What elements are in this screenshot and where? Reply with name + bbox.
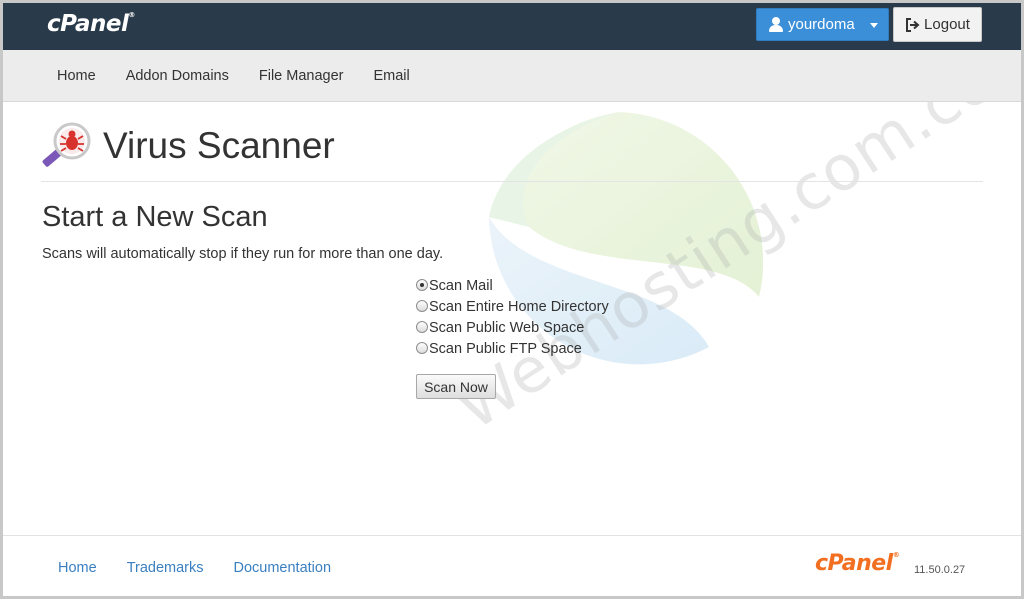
main-nav: Home Addon Domains File Manager Email bbox=[3, 50, 1021, 102]
version-number: 11.50.0.27 bbox=[914, 564, 966, 576]
chevron-down-icon bbox=[870, 23, 878, 28]
watermark-logo bbox=[489, 112, 764, 365]
option-scan-mail[interactable]: Scan Mail bbox=[416, 275, 609, 296]
logout-icon bbox=[906, 17, 920, 32]
option-label: Scan Public FTP Space bbox=[429, 340, 582, 357]
option-label: Scan Mail bbox=[429, 277, 493, 294]
logout-button[interactable]: Logout bbox=[893, 7, 982, 42]
option-label: Scan Public Web Space bbox=[429, 319, 585, 336]
radio-scan-mail[interactable] bbox=[416, 278, 428, 291]
footer-cpanel-logo: cPanel® bbox=[815, 551, 900, 576]
page-title: Virus Scanner bbox=[103, 125, 335, 166]
section-title: Start a New Scan bbox=[42, 201, 268, 233]
top-bar: cPanel® yourdoma Logout bbox=[3, 3, 1021, 50]
nav-home[interactable]: Home bbox=[57, 68, 96, 84]
radio-scan-home-directory[interactable] bbox=[416, 299, 428, 312]
user-menu-button[interactable]: yourdoma bbox=[756, 8, 889, 41]
logout-label: Logout bbox=[924, 16, 970, 33]
browser-frame: Webhosting.com.co.th cPanel® yourdoma Lo… bbox=[0, 0, 1024, 599]
nav-file-manager[interactable]: File Manager bbox=[259, 68, 344, 84]
page-header: Virus Scanner bbox=[41, 121, 335, 171]
footer-link-trademarks[interactable]: Trademarks bbox=[127, 560, 204, 576]
scan-options: Scan Mail Scan Entire Home Directory Sca… bbox=[416, 275, 609, 359]
option-scan-public-web[interactable]: Scan Public Web Space bbox=[416, 317, 609, 338]
nav-addon-domains[interactable]: Addon Domains bbox=[126, 68, 229, 84]
footer-links: Home Trademarks Documentation bbox=[58, 560, 331, 576]
footer-link-home[interactable]: Home bbox=[58, 560, 97, 576]
radio-scan-public-ftp[interactable] bbox=[416, 341, 428, 354]
title-divider bbox=[41, 181, 983, 182]
option-scan-home-directory[interactable]: Scan Entire Home Directory bbox=[416, 296, 609, 317]
nav-email[interactable]: Email bbox=[373, 68, 409, 84]
scan-now-button[interactable]: Scan Now bbox=[416, 374, 496, 399]
section-description: Scans will automatically stop if they ru… bbox=[42, 246, 444, 262]
option-scan-public-ftp[interactable]: Scan Public FTP Space bbox=[416, 338, 609, 359]
footer-divider bbox=[3, 535, 1021, 536]
radio-scan-public-web[interactable] bbox=[416, 320, 428, 333]
virus-scanner-icon bbox=[42, 122, 91, 167]
user-icon bbox=[769, 17, 783, 32]
user-menu-label: yourdoma bbox=[788, 16, 855, 33]
option-label: Scan Entire Home Directory bbox=[429, 298, 609, 315]
cpanel-logo[interactable]: cPanel® bbox=[47, 11, 135, 37]
footer-link-documentation[interactable]: Documentation bbox=[234, 560, 332, 576]
